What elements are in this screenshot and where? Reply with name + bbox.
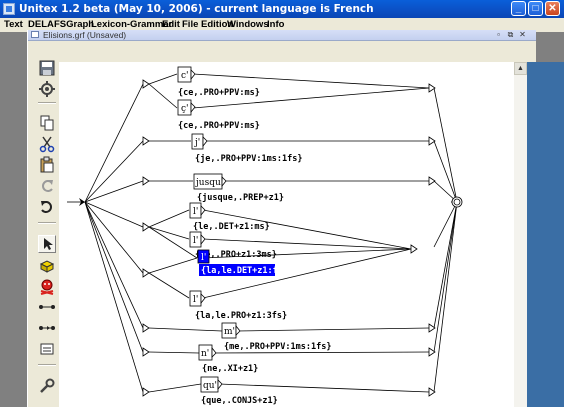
close-button[interactable]: ✕	[545, 1, 560, 16]
document-icon	[31, 31, 39, 38]
graph-close-button[interactable]: ✕	[518, 30, 527, 39]
configure-icon[interactable]	[38, 377, 56, 395]
box-output: {le,.DET+z1:ms}	[193, 222, 270, 232]
graph-box[interactable]: qu' {que,.CONJS+z1}	[200, 376, 278, 406]
compile-icon[interactable]	[38, 80, 56, 98]
box-output: {je,.PRO+PPV:1ms:1fs}	[195, 153, 302, 164]
reverse-link-icon[interactable]	[38, 319, 56, 337]
graph-box[interactable]: jusqu' {jusque,.PREP+z1}	[193, 173, 284, 203]
title-bar: Unitex 1.2 beta (May 10, 2006) - current…	[0, 0, 564, 18]
window-title: Unitex 1.2 beta (May 10, 2006) - current…	[19, 3, 374, 15]
box-output: {jusque,.PREP+z1}	[197, 192, 284, 203]
graph-box[interactable]: l' {la,le.PRO+z1:3fs}	[189, 290, 287, 321]
graph-box[interactable]: c' {ce,.PRO+PPV:ms}	[177, 66, 260, 98]
box-label: c'	[181, 71, 189, 81]
graph-minimize-button[interactable]: ▫	[494, 30, 503, 39]
select-arrow-icon[interactable]	[38, 235, 56, 253]
desktop-background	[527, 62, 564, 407]
box-output: {ce,.PRO+PPV:ms}	[178, 121, 260, 131]
scroll-up-arrow-icon[interactable]: ▲	[514, 62, 527, 75]
undo-icon[interactable]	[38, 198, 56, 216]
cut-icon[interactable]	[38, 135, 56, 153]
graph-maximize-button[interactable]: ⧉	[506, 30, 515, 39]
box-label: jusqu'	[195, 178, 223, 188]
box-label: l'	[193, 295, 198, 305]
box-label: l'	[193, 236, 198, 246]
box-label: l'	[201, 253, 206, 263]
graph-window-title: Elisions.grf (Unsaved)	[43, 30, 127, 40]
minimize-button[interactable]: _	[511, 1, 526, 16]
box-edit-icon[interactable]	[38, 340, 56, 358]
box-output: {ce,.PRO+PPV:ms}	[178, 88, 260, 98]
graph-box[interactable]: j' {je,.PRO+PPV:1ms:1fs}	[191, 133, 302, 164]
box-label: n'	[201, 349, 209, 359]
graph-canvas[interactable]: c' {ce,.PRO+PPV:ms} ç' {ce,.PRO+PPV:ms} …	[59, 62, 514, 407]
link-icon[interactable]	[38, 298, 56, 316]
graph-toolbar	[36, 56, 58, 407]
box-output: {ne,.XI+z1}	[202, 364, 258, 374]
paste-icon[interactable]	[38, 156, 56, 174]
graph-drawing: c' {ce,.PRO+PPV:ms} ç' {ce,.PRO+PPV:ms} …	[67, 66, 463, 406]
graph-box[interactable]: l' {le,.DET+z1:ms}	[189, 202, 270, 232]
box-label: l'	[193, 207, 198, 217]
menu-text[interactable]: Text	[4, 18, 23, 32]
box-label: m'	[224, 327, 235, 337]
box-output: {me,.PRO+PPV:1ms:1fs}	[224, 342, 331, 352]
box-label: qu'	[203, 381, 217, 391]
copy-icon[interactable]	[38, 114, 56, 132]
box-output: {que,.CONJS+z1}	[201, 396, 278, 406]
box-label: ç'	[181, 104, 189, 114]
box-output: {la,le.DET+z1:fs}	[201, 266, 288, 276]
redo-icon[interactable]	[38, 177, 56, 195]
delete-icon[interactable]	[38, 277, 56, 295]
save-icon[interactable]	[38, 59, 56, 77]
application-window: Unitex 1.2 beta (May 10, 2006) - current…	[0, 0, 564, 407]
box-label: j'	[194, 138, 200, 148]
box-create-icon[interactable]	[38, 256, 56, 274]
maximize-button[interactable]: □	[528, 1, 543, 16]
app-icon	[3, 3, 15, 15]
graph-window-title-bar: Elisions.grf (Unsaved) ▫ ⧉ ✕	[28, 30, 536, 41]
vertical-scrollbar[interactable]: ▲	[514, 62, 527, 407]
box-output: {la,le.PRO+z1:3fs}	[195, 311, 287, 321]
graph-box[interactable]: ç' {ce,.PRO+PPV:ms}	[177, 99, 260, 131]
graph-box[interactable]: m' {me,.PRO+PPV:1ms:1fs}	[221, 322, 331, 352]
